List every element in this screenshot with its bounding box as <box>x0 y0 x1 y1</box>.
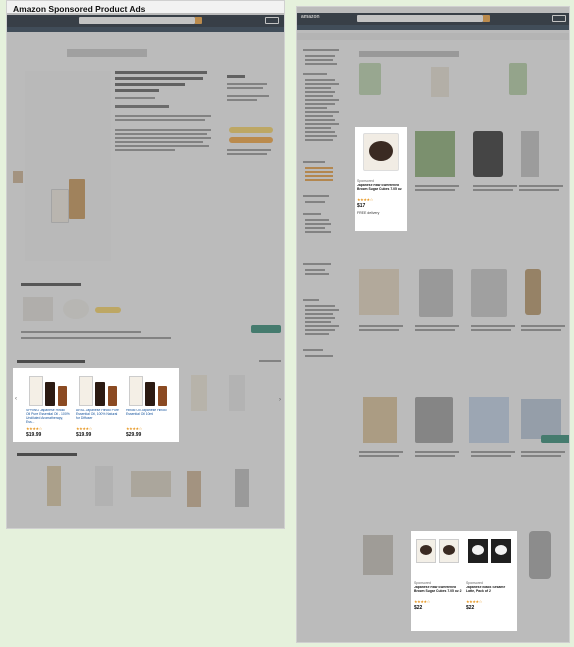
card-title[interactable]: Japanese Raw Sweetened Brown Sugar Cubes… <box>414 586 462 598</box>
sponsored-label: Sponsored <box>414 581 431 585</box>
search-icon[interactable] <box>195 17 202 24</box>
comparison-figure: Amazon Sponsored Product Ads ‹ SPRING Ja… <box>0 0 574 647</box>
card-price: $17 <box>357 203 366 209</box>
section-heading <box>17 453 77 456</box>
card-price: $19.99 <box>26 432 42 438</box>
delivery-note: FREE delivery <box>357 211 380 215</box>
feedback-button[interactable] <box>251 325 281 333</box>
sponsored-product-card[interactable]: SPRING Japanese Hinoki Oil Pure Essentia… <box>25 372 71 440</box>
product-image[interactable] <box>363 397 397 443</box>
card-price: $22 <box>466 605 475 611</box>
bundle-item[interactable] <box>63 299 89 319</box>
card-title[interactable]: Hinoki Oil Japanese Hinoki Essential Oil… <box>126 409 170 425</box>
feedback-button[interactable] <box>541 435 569 443</box>
search-input[interactable] <box>79 17 195 24</box>
buy-box <box>227 75 275 175</box>
sub-navigation[interactable] <box>7 27 284 32</box>
category-bar[interactable] <box>297 33 569 40</box>
sponsored-label: Sponsored <box>357 179 374 183</box>
product-image[interactable] <box>69 179 85 219</box>
add-all-button[interactable] <box>95 307 121 313</box>
sponsored-product-card[interactable]: Hinoki Oil Japanese Hinoki Essential Oil… <box>125 372 171 440</box>
buy-now-button[interactable] <box>229 137 273 143</box>
product-image[interactable] <box>235 469 249 507</box>
search-icon[interactable] <box>483 15 490 22</box>
product-image[interactable] <box>363 535 393 575</box>
product-image[interactable] <box>431 67 449 97</box>
product-image[interactable] <box>471 269 507 317</box>
card-title[interactable]: Japanese Black Sesame Latte, Pack of 2 <box>466 586 514 598</box>
search-results-screenshot: amazon Sponsored Japanese Raw Sweetened … <box>296 6 570 643</box>
sponsored-result-card[interactable]: Sponsored Japanese Raw Sweetened Brown S… <box>355 127 407 231</box>
card-title[interactable]: ARSL Japanese Hinoki Pure Essential Oil,… <box>76 409 120 425</box>
card-price: $29.99 <box>126 432 142 438</box>
filter-sidebar <box>303 49 349 369</box>
product-image[interactable] <box>509 63 527 95</box>
sponsored-label: Sponsored <box>466 581 483 585</box>
sponsored-result-pair: Sponsored Japanese Raw Sweetened Brown S… <box>411 531 517 631</box>
product-image[interactable] <box>415 131 455 177</box>
sponsored-brand-banner[interactable] <box>359 51 459 57</box>
product-image[interactable] <box>521 399 561 439</box>
cart-icon[interactable] <box>552 15 566 22</box>
product-image[interactable] <box>187 471 201 507</box>
card-price: $22 <box>414 605 423 611</box>
carousel-prev-button[interactable]: ‹ <box>15 396 17 402</box>
site-header <box>7 15 284 27</box>
amazon-logo[interactable]: amazon <box>301 15 320 20</box>
product-image[interactable] <box>469 397 509 443</box>
product-image[interactable] <box>131 471 171 497</box>
star-rating: ★★★★☆ <box>26 426 42 431</box>
sponsored-result-card[interactable]: Sponsored Japanese Black Sesame Latte, P… <box>465 533 515 629</box>
star-rating: ★★★★☆ <box>76 426 92 431</box>
product-image[interactable] <box>529 531 551 579</box>
product-image[interactable] <box>47 466 61 506</box>
bundle-item[interactable] <box>23 297 53 321</box>
search-input[interactable] <box>357 15 483 22</box>
product-image[interactable] <box>95 466 113 506</box>
product-image[interactable] <box>229 375 245 411</box>
cart-icon[interactable] <box>265 17 279 24</box>
star-rating: ★★★★☆ <box>414 599 430 604</box>
card-title[interactable]: Japanese Raw Sweetened Brown Sugar Cubes… <box>357 184 405 196</box>
sponsored-result-card[interactable]: Sponsored Japanese Raw Sweetened Brown S… <box>413 533 463 629</box>
panel-title: Amazon Sponsored Product Ads <box>13 4 146 14</box>
card-title[interactable]: SPRING Japanese Hinoki Oil Pure Essentia… <box>26 409 70 425</box>
add-to-cart-button[interactable] <box>229 127 273 133</box>
product-image[interactable] <box>521 131 539 177</box>
promo-banner[interactable] <box>67 49 147 57</box>
product-title-line <box>115 71 207 74</box>
star-rating: ★★★★☆ <box>126 426 142 431</box>
thumbnail[interactable] <box>13 171 23 183</box>
product-image[interactable] <box>191 375 207 411</box>
product-detail-screenshot: Amazon Sponsored Product Ads ‹ SPRING Ja… <box>6 0 285 529</box>
sponsored-product-card[interactable]: ARSL Japanese Hinoki Pure Essential Oil,… <box>75 372 121 440</box>
carousel-next-button[interactable]: › <box>279 397 281 403</box>
product-image[interactable] <box>525 269 541 315</box>
related-heading <box>17 360 85 363</box>
product-image[interactable] <box>359 63 381 95</box>
sub-navigation[interactable] <box>297 25 569 30</box>
product-image[interactable] <box>419 269 453 317</box>
site-header: amazon <box>297 13 569 25</box>
star-rating: ★★★★☆ <box>357 197 373 202</box>
card-price: $19.99 <box>76 432 92 438</box>
sponsored-carousel: ‹ SPRING Japanese Hinoki Oil Pure Essent… <box>13 368 179 442</box>
star-rating: ★★★★☆ <box>466 599 482 604</box>
product-image[interactable] <box>359 269 399 315</box>
section-heading <box>21 283 81 286</box>
product-box-image <box>51 189 69 223</box>
main-image-area <box>25 71 111 261</box>
product-image[interactable] <box>415 397 453 443</box>
product-image[interactable] <box>473 131 503 177</box>
